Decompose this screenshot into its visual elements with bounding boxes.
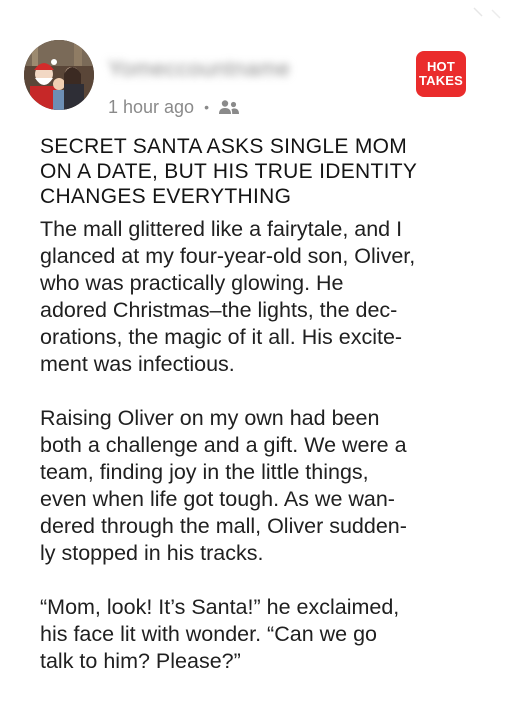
paragraph: The mall glittered like a fairytale, and…: [40, 216, 490, 378]
avatar[interactable]: [24, 40, 94, 110]
timestamp[interactable]: 1 hour ago: [108, 97, 194, 118]
body-line: The mall glittered like a fairytale, and…: [40, 217, 403, 241]
meta-separator: •: [204, 99, 209, 115]
badge-line-1: HOT: [426, 59, 456, 74]
body-line: Raising Oliver on my own had been: [40, 406, 380, 430]
paragraph: Raising Oliver on my own had been both a…: [40, 405, 490, 567]
hot-takes-badge[interactable]: HOT TAKES: [416, 51, 466, 97]
post-card: Yomeccountname 1 hour ago • HOT TAKES SE…: [0, 0, 512, 673]
body-line: even when life got tough. As we wan-: [40, 487, 395, 511]
body-line: glanced at my four-year-old son, Oliver,: [40, 244, 416, 268]
corner-decoration: [473, 7, 501, 19]
paragraph: “Mom, look! It’s Santa!” he exclaimed, h…: [40, 594, 490, 675]
body-line: who was practically glowing. He: [40, 271, 344, 295]
author-name[interactable]: Yomeccountname: [108, 56, 290, 82]
people-icon: [218, 99, 240, 115]
headline: SECRET SANTA ASKS SINGLE MOM ON A DATE, …: [40, 134, 480, 209]
body-line: talk to him? Please?”: [40, 649, 241, 673]
headline-line: SECRET SANTA ASKS SINGLE MOM: [40, 135, 408, 158]
body-line: adored Christmas–the lights, the dec-: [40, 298, 398, 322]
avatar-photo: [24, 40, 94, 110]
headline-line: CHANGES EVERYTHING: [40, 185, 292, 208]
badge-line-2: TAKES: [418, 73, 464, 88]
body-line: orations, the magic of it all. His excit…: [40, 325, 403, 349]
body-line: both a challenge and a gift. We were a: [40, 433, 407, 457]
body-line: ly stopped in his tracks.: [40, 541, 264, 565]
body-line: his face lit with wonder. “Can we go: [40, 622, 377, 646]
body-line: dered through the mall, Oliver sudden-: [40, 514, 407, 538]
headline-line: ON A DATE, BUT HIS TRUE IDENTITY: [40, 160, 418, 183]
article-body: The mall glittered like a fairytale, and…: [40, 216, 490, 702]
post-meta: 1 hour ago •: [108, 95, 240, 119]
body-line: ment was infectious.: [40, 352, 235, 376]
body-line: team, finding joy in the little things,: [40, 460, 369, 484]
body-line: “Mom, look! It’s Santa!” he exclaimed,: [40, 595, 400, 619]
